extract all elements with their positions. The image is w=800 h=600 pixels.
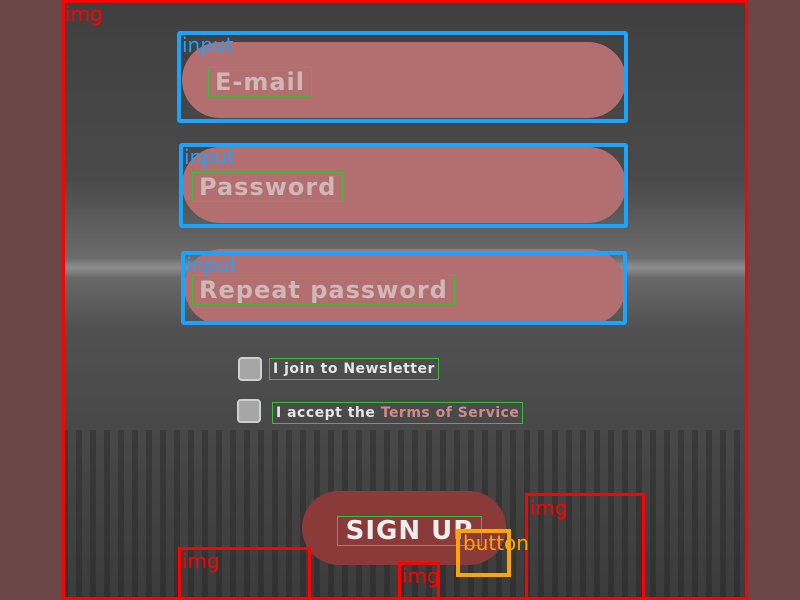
input-tag-email: input — [182, 33, 234, 57]
input-outline-password — [179, 143, 628, 228]
img-tag-main: img — [65, 2, 103, 26]
terms-prefix: I accept the — [276, 405, 381, 421]
input-tag-password: input — [184, 145, 236, 169]
terms-label: I accept the Terms of Service — [272, 402, 524, 424]
img-tag-bottom-right: img — [530, 496, 568, 520]
input-outline-repeat-password — [181, 251, 627, 325]
newsletter-checkbox[interactable] — [238, 357, 262, 381]
newsletter-label: I join to Newsletter — [269, 358, 439, 380]
img-tag-bottom-center: img — [402, 564, 440, 588]
img-tag-bottom-left: img — [182, 549, 220, 573]
terms-of-service-link[interactable]: Terms of Service — [381, 405, 520, 421]
terms-checkbox[interactable] — [237, 399, 261, 423]
button-tag: button — [463, 531, 529, 555]
input-tag-repeat-password: input — [186, 253, 238, 277]
input-outline-email — [177, 31, 628, 123]
